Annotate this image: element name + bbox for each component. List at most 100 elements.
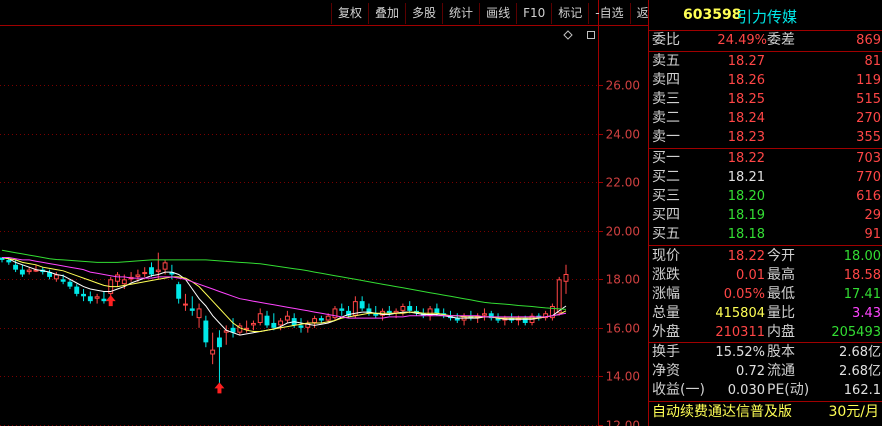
finance-label: 净资 xyxy=(652,363,680,379)
stat-label: 内盘 xyxy=(767,324,795,340)
order-price: 18.23 xyxy=(727,130,765,145)
order-row-sell5: 卖五 18.27 81 xyxy=(649,52,882,71)
restore-rights-button[interactable]: 复权 xyxy=(331,3,370,24)
stat-label: 今开 xyxy=(767,248,795,264)
f10-button[interactable]: F10 xyxy=(517,3,553,24)
candle-body xyxy=(264,315,270,326)
finance-label: 换手 xyxy=(652,344,680,360)
box-icon xyxy=(587,31,595,39)
kline-chart[interactable]: 26.00 24.00 22.00 20.00 18.00 16.00 14.00 12.00 xyxy=(0,0,648,426)
net-assets-value: 0.72 xyxy=(736,364,765,379)
candle-body xyxy=(250,322,256,326)
stat-label: 涨幅 xyxy=(652,286,680,302)
candle-body xyxy=(563,274,569,282)
order-label: 卖四 xyxy=(652,72,680,88)
high-value: 18.58 xyxy=(843,268,881,283)
order-price: 18.22 xyxy=(727,151,765,166)
stat-row: 现价 18.22 今开 18.00 xyxy=(649,247,882,266)
order-volume: 119 xyxy=(856,73,881,88)
candle-body xyxy=(257,313,263,323)
candle-body xyxy=(556,279,562,314)
low-value: 17.41 xyxy=(843,287,881,302)
y-tick-label: 16.00 xyxy=(606,322,640,336)
order-volume: 515 xyxy=(856,92,881,107)
candle-body xyxy=(94,296,100,299)
divider xyxy=(649,245,882,246)
mark-button[interactable]: 标记 xyxy=(552,3,590,24)
kline-chart-pane[interactable]: 26.00 24.00 22.00 20.00 18.00 16.00 14.00 12.00… xyxy=(0,0,668,426)
candle-body xyxy=(312,318,318,323)
order-row-buy4: 买四 18.19 29 xyxy=(649,206,882,225)
order-label: 买一 xyxy=(652,150,680,166)
order-row-buy2: 买二 18.21 770 xyxy=(649,168,882,187)
candle-body xyxy=(407,306,413,311)
stat-label: 现价 xyxy=(652,248,680,264)
finance-row: 净资 0.72 流通 2.68亿 xyxy=(649,362,882,381)
finance-label: PE(动) xyxy=(767,382,810,398)
overlay-button[interactable]: 叠加 xyxy=(369,3,407,24)
draw-line-button[interactable]: 画线 xyxy=(480,3,518,24)
chart-toolbar: 复权 叠加 多股 统计 画线 F10 标记 -自选 返回 xyxy=(331,3,668,24)
order-row-buy3: 买三 18.20 616 xyxy=(649,187,882,206)
current-price-value: 18.22 xyxy=(727,249,765,264)
candle-body xyxy=(359,301,365,309)
remove-watchlist-button[interactable]: -自选 xyxy=(589,3,631,24)
order-price: 18.19 xyxy=(727,208,765,223)
candle-body xyxy=(298,325,304,328)
order-volume: 703 xyxy=(856,151,881,166)
candle-body xyxy=(74,286,80,294)
order-volume: 29 xyxy=(864,208,881,223)
candle-body xyxy=(278,320,284,326)
candle-body xyxy=(284,315,290,321)
volume-ratio-value: 3.43 xyxy=(852,306,881,321)
candle-body xyxy=(142,272,148,275)
stat-label: 外盘 xyxy=(652,324,680,340)
multi-stock-button[interactable]: 多股 xyxy=(406,3,444,24)
order-price: 18.27 xyxy=(727,54,765,69)
y-tick-label: 14.00 xyxy=(606,370,640,384)
subscription-banner[interactable]: 自动续费通达信普及版 30元/月 xyxy=(649,403,882,422)
order-label: 卖三 xyxy=(652,91,680,107)
change-pct-value: 0.05% xyxy=(723,287,765,302)
candle-body xyxy=(13,264,19,270)
candle-body xyxy=(176,284,182,299)
subscription-text[interactable]: 自动续费通达信普及版 xyxy=(652,403,792,422)
order-row-sell3: 卖三 18.25 515 xyxy=(649,90,882,109)
candle-body xyxy=(203,320,209,343)
subscription-price[interactable]: 30元/月 xyxy=(828,403,879,422)
buy-signal-arrow-icon xyxy=(214,382,225,394)
candle-body xyxy=(183,303,188,306)
weibi-value: 24.49% xyxy=(717,33,767,48)
quote-panel: 603598 引力传媒 委比 24.49% 委差 869 卖五 18.27 81… xyxy=(648,0,882,426)
candle-body xyxy=(149,267,154,275)
finance-row: 换手 15.52% 股本 2.68亿 xyxy=(649,343,882,362)
y-tick-label: 18.00 xyxy=(606,273,640,287)
order-row-buy1: 买一 18.22 703 xyxy=(649,149,882,168)
inner-volume-value: 205493 xyxy=(831,325,881,340)
moving-average-line xyxy=(1,257,567,336)
float-shares-value: 2.68亿 xyxy=(839,364,881,379)
candle-body xyxy=(121,279,127,285)
weicha-value: 869 xyxy=(856,33,881,48)
candle-body xyxy=(26,269,32,273)
stock-code: 603598 xyxy=(683,7,742,23)
order-row-sell2: 卖二 18.24 270 xyxy=(649,109,882,128)
statistics-button[interactable]: 统计 xyxy=(443,3,481,24)
candle-body xyxy=(434,308,440,314)
order-label: 买四 xyxy=(652,207,680,223)
candle-body xyxy=(339,308,345,311)
stat-row: 涨跌 0.01 最高 18.58 xyxy=(649,266,882,285)
order-label: 买三 xyxy=(652,188,680,204)
y-tick-label: 12.00 xyxy=(606,419,640,426)
buy-signal-arrow-icon xyxy=(105,295,116,307)
finance-label: 流通 xyxy=(767,363,795,379)
candle-body xyxy=(196,308,202,319)
stat-row: 总量 415804 量比 3.43 xyxy=(649,304,882,323)
candle-body xyxy=(155,269,161,273)
candle-body xyxy=(318,318,324,321)
order-label: 卖二 xyxy=(652,110,680,126)
finance-label: 股本 xyxy=(767,344,795,360)
y-tick-label: 20.00 xyxy=(606,225,640,239)
y-tick-label: 24.00 xyxy=(606,128,640,142)
candle-body xyxy=(135,274,141,277)
